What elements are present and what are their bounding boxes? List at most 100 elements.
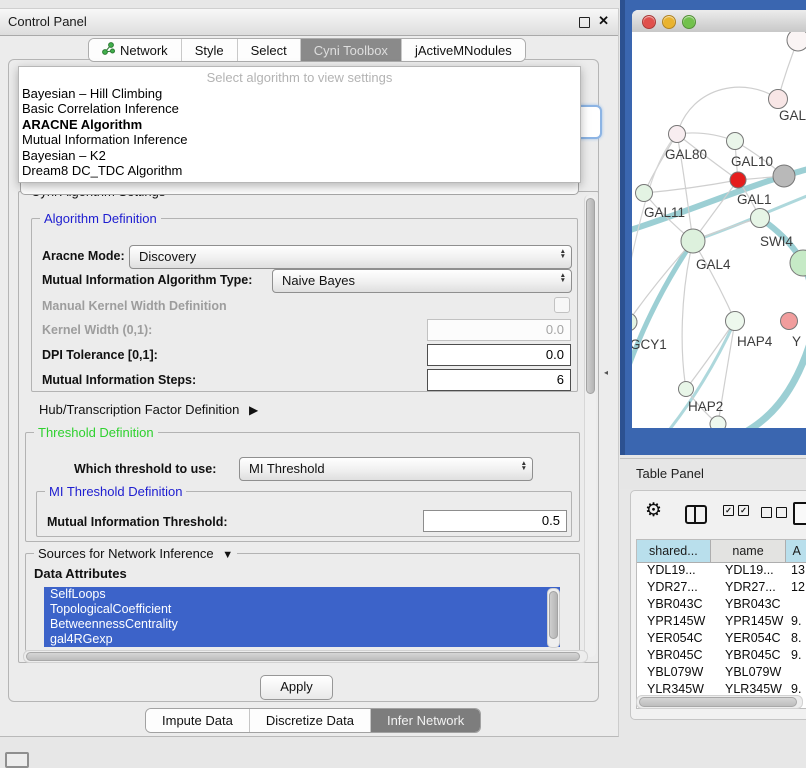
column-header-A[interactable]: A	[786, 540, 806, 563]
window-zoom-icon[interactable]	[682, 15, 696, 29]
algorithm-option[interactable]: Bayesian – Hill Climbing	[19, 86, 580, 101]
table-cell[interactable]	[787, 664, 806, 681]
expand-arrow-icon[interactable]: ▶	[249, 403, 258, 417]
algorithm-option[interactable]: Dream8 DC_TDC Algorithm	[19, 163, 580, 178]
table-cell[interactable]: YBR043C	[637, 596, 711, 613]
hub-section-label[interactable]: Hub/Transcription Factor Definition ▶	[39, 402, 258, 417]
network-node-hap4[interactable]	[726, 312, 745, 331]
attribute-option[interactable]: BetweennessCentrality	[44, 617, 560, 632]
table-cell[interactable]: 8.	[787, 630, 806, 647]
attribute-option[interactable]: TopologicalCoefficient	[44, 602, 560, 617]
float-window-icon[interactable]	[579, 17, 590, 28]
table-row[interactable]: YLR345WYLR345W9.	[637, 681, 806, 696]
which-threshold-select[interactable]: MI Threshold ▲▼	[239, 457, 533, 481]
table-cell[interactable]: 9.	[787, 681, 806, 696]
table-cell[interactable]: YLR345W	[637, 681, 711, 696]
sources-group-title[interactable]: Sources for Network Inference ▼	[34, 546, 237, 561]
settings-hscrollbar-thumb[interactable]	[26, 652, 580, 661]
attributes-vscrollbar[interactable]	[547, 588, 560, 648]
table-row[interactable]: YDL19...YDL19...13	[637, 562, 806, 579]
attribute-option[interactable]: gal4RGexp	[44, 632, 560, 647]
attribute-option[interactable]: SelfLoops	[44, 587, 560, 602]
network-canvas[interactable]: GALGAL80GAL10GAL1GAL11SWI4GAL4GCY1HAP4YH…	[632, 32, 806, 428]
select-all-icon[interactable]: ✓✓	[723, 505, 749, 516]
table-cell[interactable]: YPR145W	[711, 613, 787, 630]
collapse-arrow-icon[interactable]: ▼	[222, 549, 233, 561]
algorithm-option[interactable]: ARACNE Algorithm	[19, 117, 580, 132]
tab-cyni-toolbox[interactable]: Cyni Toolbox	[301, 39, 402, 61]
table-cell[interactable]: YPR145W	[637, 613, 711, 630]
window-close-icon[interactable]	[642, 15, 656, 29]
mi-type-select[interactable]: Naive Bayes ▲▼	[272, 269, 572, 293]
table-cell[interactable]: YER054C	[711, 630, 787, 647]
table-row[interactable]: YER054CYER054C8.	[637, 630, 806, 647]
table-cell[interactable]	[787, 596, 806, 613]
aracne-mode-select[interactable]: Discovery ▲▼	[129, 245, 572, 269]
window-minimize-icon[interactable]	[662, 15, 676, 29]
table-cell[interactable]: YBR043C	[711, 596, 787, 613]
network-node-gal[interactable]	[769, 90, 788, 109]
mi-threshold-input[interactable]: 0.5	[423, 510, 567, 532]
table-cell[interactable]: YDL19...	[637, 562, 711, 579]
tab-network[interactable]: Network	[89, 39, 182, 61]
table-cell[interactable]: YDR27...	[711, 579, 787, 596]
table-cell[interactable]: 9.	[787, 647, 806, 664]
deselect-all-icon[interactable]	[761, 507, 787, 518]
algorithm-option[interactable]: Mutual Information Inference	[19, 132, 580, 147]
close-window-icon[interactable]: ✕	[598, 13, 609, 29]
network-node-gal80[interactable]	[669, 126, 686, 143]
mi-steps-input[interactable]: 6	[427, 369, 571, 391]
settings-vscrollbar[interactable]	[584, 195, 596, 657]
tab-infer-network[interactable]: Infer Network	[371, 709, 480, 732]
table-hscrollbar[interactable]	[636, 695, 803, 709]
tab-discretize-data[interactable]: Discretize Data	[250, 709, 371, 732]
network-node[interactable]	[773, 165, 795, 187]
network-node-hap2[interactable]	[679, 382, 694, 397]
network-node-gcy1[interactable]	[632, 313, 637, 331]
network-node-gal4[interactable]	[681, 229, 705, 253]
table-cell[interactable]: YDR27...	[637, 579, 711, 596]
apply-button[interactable]: Apply	[260, 675, 333, 700]
network-node-gal10[interactable]	[727, 133, 744, 150]
tab-jactivemnodules[interactable]: jActiveMNodules	[402, 39, 525, 61]
table-row[interactable]: YBR043CYBR043C	[637, 596, 806, 613]
table-row[interactable]: YBL079WYBL079W	[637, 664, 806, 681]
network-window-titlebar[interactable]	[632, 10, 806, 33]
minimized-panel-button[interactable]	[5, 752, 29, 768]
table-row[interactable]: YBR045CYBR045C9.	[637, 647, 806, 664]
network-node-swi4[interactable]	[751, 209, 770, 228]
dpi-tolerance-input[interactable]: 0.0	[427, 344, 571, 366]
kernel-width-input[interactable]: 0.0	[427, 319, 571, 341]
network-node-gal1[interactable]	[730, 172, 746, 188]
settings-hscrollbar[interactable]	[23, 650, 588, 663]
column-header-name[interactable]: name	[711, 540, 787, 563]
tab-select[interactable]: Select	[238, 39, 301, 61]
table-cell[interactable]: 12	[787, 579, 806, 596]
tab-impute-data[interactable]: Impute Data	[146, 709, 250, 732]
page-icon[interactable]	[793, 502, 806, 525]
network-node[interactable]	[790, 250, 806, 276]
table-cell[interactable]: 9.	[787, 613, 806, 630]
network-graph[interactable]: GALGAL80GAL10GAL1GAL11SWI4GAL4GCY1HAP4YH…	[632, 32, 806, 428]
table-cell[interactable]: YBL079W	[637, 664, 711, 681]
network-node-gal11[interactable]	[636, 185, 653, 202]
network-node[interactable]	[787, 32, 806, 51]
table-cell[interactable]: 13	[787, 562, 806, 579]
gear-icon[interactable]: ⚙	[645, 501, 662, 521]
table-cell[interactable]: YLR345W	[711, 681, 787, 696]
panel-splitter-handle[interactable]: ◂	[604, 368, 611, 378]
network-node[interactable]	[710, 416, 726, 428]
algorithm-option[interactable]: Bayesian – K2	[19, 148, 580, 163]
table-cell[interactable]: YBR045C	[637, 647, 711, 664]
table-cell[interactable]: YBL079W	[711, 664, 787, 681]
table-cell[interactable]: YBR045C	[711, 647, 787, 664]
manual-kernel-checkbox[interactable]	[554, 297, 570, 313]
algorithm-option[interactable]: Basic Correlation Inference	[19, 101, 580, 116]
table-cell[interactable]: YDL19...	[711, 562, 787, 579]
table-row[interactable]: YPR145WYPR145W9.	[637, 613, 806, 630]
attributes-vscrollbar-thumb[interactable]	[549, 591, 558, 639]
columns-icon[interactable]	[685, 505, 707, 524]
network-node-y[interactable]	[781, 313, 798, 330]
settings-vscrollbar-thumb[interactable]	[586, 198, 595, 394]
table-hscrollbar-thumb[interactable]	[639, 697, 797, 707]
